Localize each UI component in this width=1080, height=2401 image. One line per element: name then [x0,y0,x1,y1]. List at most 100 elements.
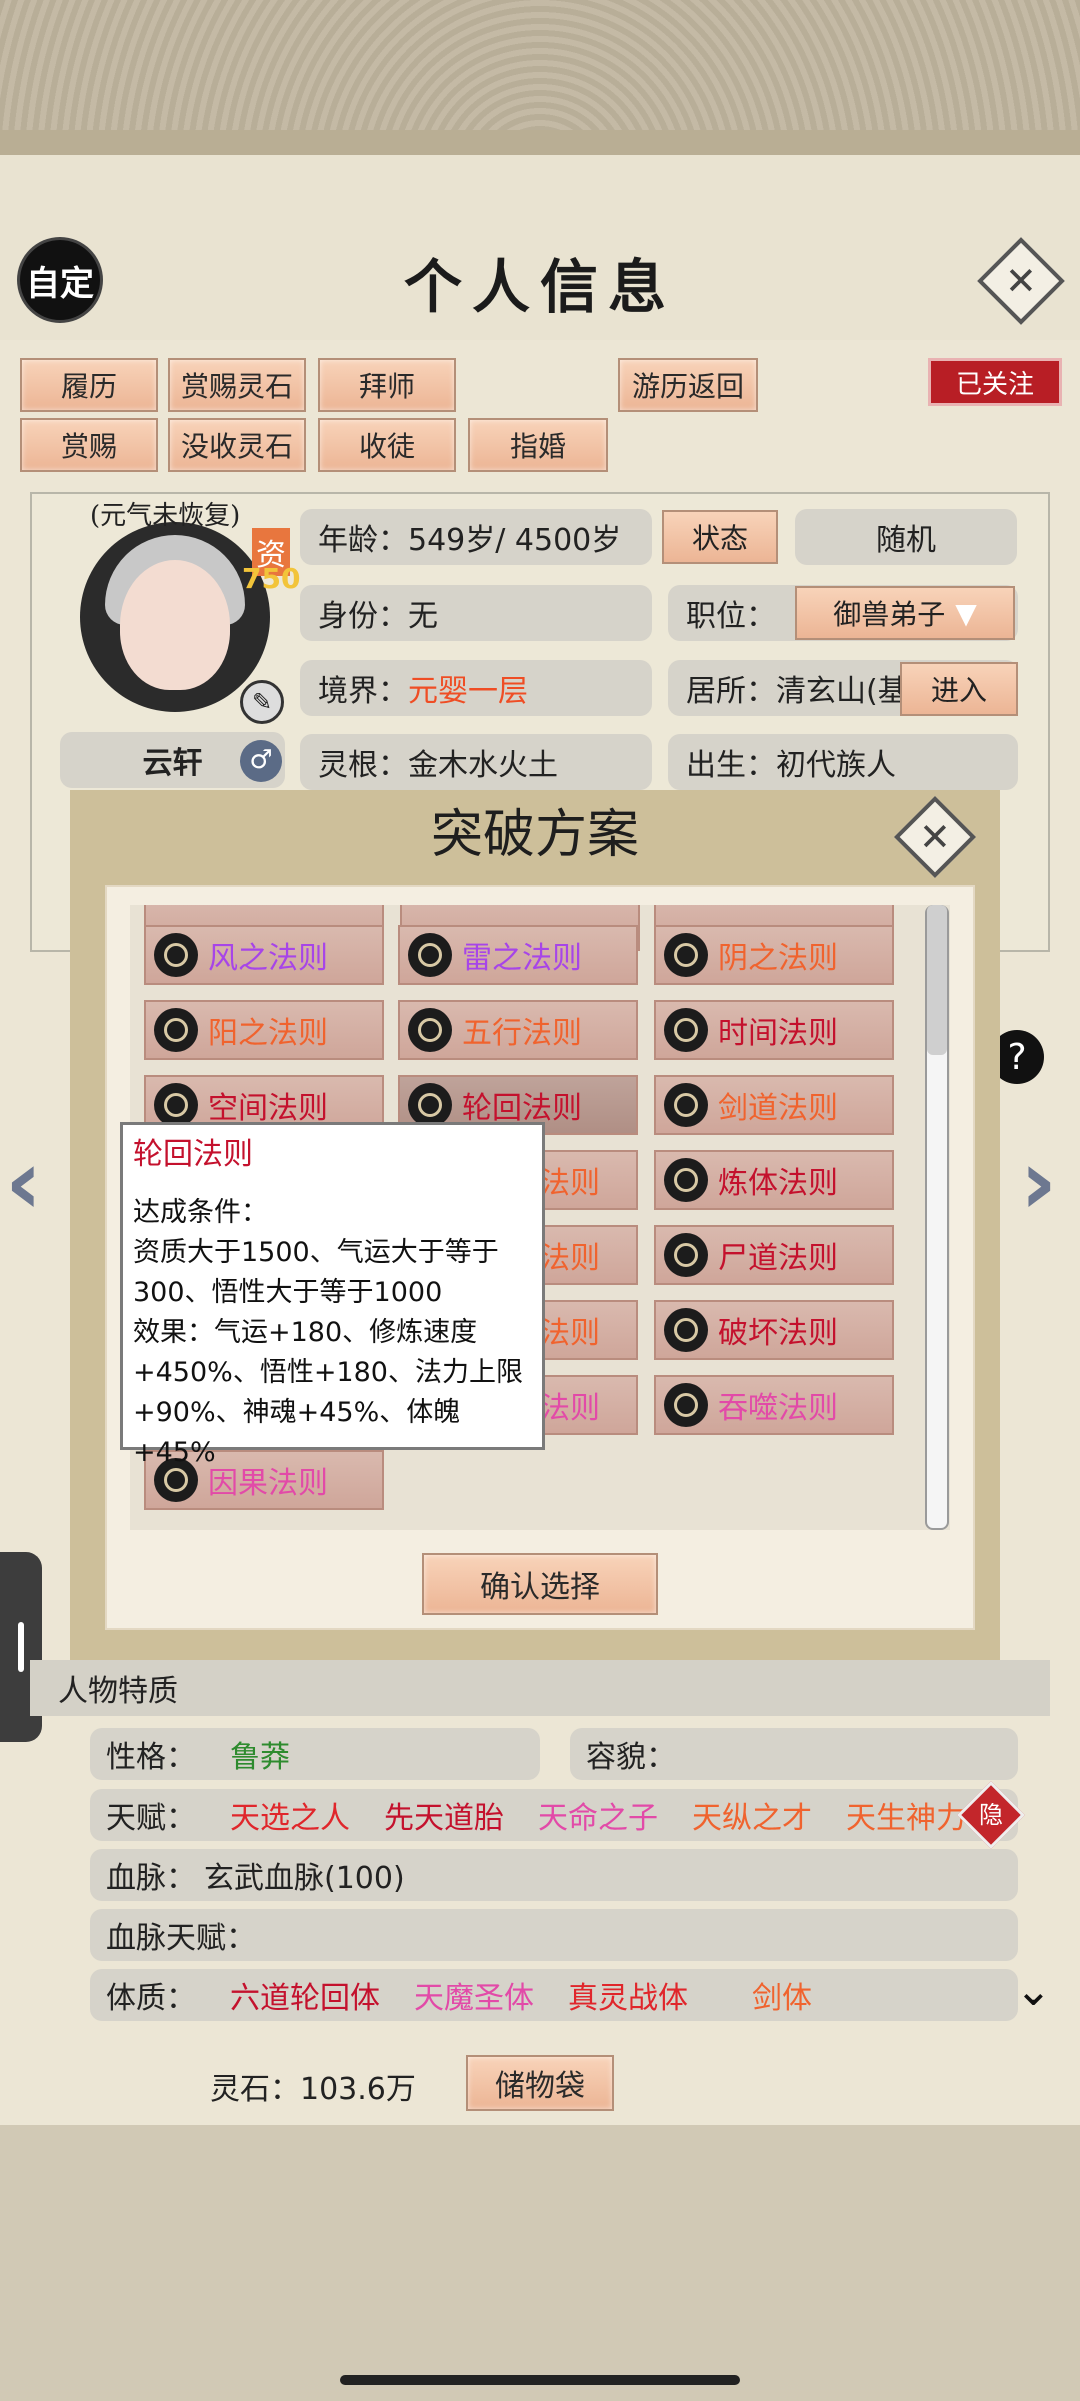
law-item[interactable]: 时间法则 [654,1000,894,1060]
law-item[interactable]: 剑道法则 [654,1075,894,1135]
talent: 天命之子 [538,1801,658,1836]
tooltip-line: 资质大于1500、气运大于等于 [133,1237,499,1268]
physique: 六道轮回体 [230,1981,380,2016]
law-coin-icon [154,1083,198,1127]
talent: 天选之人 [230,1801,350,1836]
status-note: (元气未恢复) [90,501,241,531]
law-item[interactable]: 炼体法则 [654,1150,894,1210]
law-item[interactable]: 阳之法则 [144,1000,384,1060]
law-label: 破坏法则 [718,1316,838,1351]
follow-badge[interactable]: 已关注 [928,358,1062,406]
law-label: 时间法则 [718,1016,838,1051]
close-icon: ✕ [1005,259,1037,303]
law-label: 炼体法则 [718,1166,838,1201]
physique-row: 体质： 六道轮回体 天魔圣体 真灵战体 剑体 [90,1969,1018,2021]
apprentice-button[interactable]: 拜师 [318,358,456,412]
law-tooltip: 轮回法则 达成条件： 资质大于1500、气运大于等于 300、悟性大于等于100… [120,1122,545,1468]
spirit-root-field: 灵根： 金木水火土 [300,734,652,790]
confiscate-stones-button[interactable]: 没收灵石 [168,418,306,472]
state-button[interactable]: 状态 [662,510,778,564]
law-label: 剑道法则 [718,1091,838,1126]
law-item[interactable]: 破坏法则 [654,1300,894,1360]
talent: 先天道胎 [384,1801,504,1836]
law-label: 法则 [540,1241,600,1276]
age-field: 年龄： 549岁/ 4500岁 [300,509,652,565]
law-item[interactable]: 尸道法则 [654,1225,894,1285]
birth-field: 出生： 初代族人 [668,734,1018,790]
bloodline-talent-row: 血脉天赋： [90,1909,1018,1961]
law-coin-icon [408,933,452,977]
physique: 剑体 [752,1981,812,2016]
law-coin-icon [408,1083,452,1127]
talent: 天生神力 [846,1801,966,1836]
law-item[interactable]: 阴之法则 [654,925,894,985]
physique: 真灵战体 [568,1981,688,2016]
bloodline-row: 血脉： 玄武血脉(100) [90,1849,1018,1901]
close-icon: ✕ [919,815,951,859]
law-coin-icon [664,1083,708,1127]
personality-row: 性格： 鲁莽 [90,1728,540,1780]
law-label: 法则 [540,1166,600,1201]
law-coin-icon [664,933,708,977]
law-coin-icon [664,1008,708,1052]
law-label: 阴之法则 [718,941,838,976]
law-label: 风之法则 [208,941,328,976]
law-label: 法则 [540,1316,600,1351]
law-label: 五行法则 [462,1016,582,1051]
appearance-row: 容貌： [570,1728,1018,1780]
law-label: 雷之法则 [462,941,582,976]
law-item[interactable]: 五行法则 [398,1000,638,1060]
law-coin-icon [664,1158,708,1202]
scrollbar-thumb[interactable] [927,905,947,1055]
law-label: 阳之法则 [208,1016,328,1051]
return-travel-button[interactable]: 游历返回 [618,358,758,412]
law-item[interactable]: 雷之法则 [398,925,638,985]
spirit-stone-count: 灵石：103.6万 [210,2072,416,2107]
top-band [0,130,1080,155]
realm-field: 境界： 元婴一层 [300,660,652,716]
position-select[interactable]: 御兽弟子 ▼ [795,586,1015,640]
law-coin-icon [664,1383,708,1427]
identity-field: 身份：无 [300,585,652,641]
edit-pen-icon[interactable]: ✎ [240,680,284,724]
prev-arrow-icon[interactable]: ‹ [5,1130,42,1235]
law-coin-icon [154,1008,198,1052]
reward-button[interactable]: 赏赐 [20,418,158,472]
talent-row: 天赋： 天选之人 先天道胎 天命之子 天纵之才 天生神力 [90,1789,1018,1841]
law-label: 尸道法则 [718,1241,838,1276]
tooltip-line: 效果：气运+180、修炼速度 [133,1317,478,1348]
law-coin-icon [664,1308,708,1352]
law-item[interactable]: 吞噬法则 [654,1375,894,1435]
avatar-face [120,560,230,690]
tooltip-title: 轮回法则 [133,1137,253,1172]
take-disciple-button[interactable]: 收徒 [318,418,456,472]
talent: 天纵之才 [692,1801,812,1836]
dropdown-arrow-icon: ▼ [955,596,977,630]
resume-button[interactable]: 履历 [20,358,158,412]
enter-button[interactable]: 进入 [900,662,1018,716]
dialog-title: 突破方案 [70,790,1000,880]
chevron-down-icon[interactable]: ⌄ [1015,1965,1052,2016]
tooltip-line: +450%、悟性+180、法力上限 [133,1357,523,1388]
law-item[interactable]: 风之法则 [144,925,384,985]
top-decoration [0,0,1080,150]
law-label: 吞噬法则 [718,1391,838,1426]
law-coin-icon [154,933,198,977]
next-arrow-icon[interactable]: › [1020,1130,1057,1235]
page-title: 个人信息 [403,253,676,321]
confirm-button[interactable]: 确认选择 [422,1553,658,1615]
law-label: 法则 [540,1391,600,1426]
tooltip-line: 300、悟性大于等于1000 [133,1277,443,1308]
male-gender-icon: ♂ [240,740,282,782]
bottom-area [0,2125,1080,2401]
law-coin-icon [664,1233,708,1277]
storage-bag-button[interactable]: 储物袋 [466,2055,614,2111]
law-coin-icon [408,1008,452,1052]
reward-stones-button[interactable]: 赏赐灵石 [168,358,306,412]
tooltip-line: +90%、神魂+45%、体魄+45% [133,1397,461,1468]
home-indicator[interactable] [340,2375,740,2385]
law-label: 空间法则 [208,1091,328,1126]
physique: 天魔圣体 [414,1981,534,2016]
random-button[interactable]: 随机 [795,509,1017,565]
arrange-marriage-button[interactable]: 指婚 [468,418,608,472]
